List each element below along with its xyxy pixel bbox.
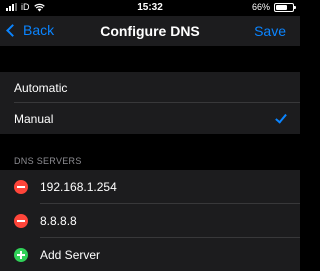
battery-icon <box>274 2 296 12</box>
server-address[interactable]: 192.168.1.254 <box>40 180 117 194</box>
battery-percent: 66% <box>251 2 270 12</box>
server-row: 192.168.1.254 <box>0 170 300 204</box>
add-server-label: Add Server <box>40 248 101 262</box>
option-manual-label: Manual <box>14 112 54 126</box>
server-address[interactable]: 8.8.8.8 <box>40 214 77 228</box>
option-automatic-label: Automatic <box>14 81 68 95</box>
save-button[interactable]: Save <box>254 23 286 39</box>
section-header-dns-servers: DNS SERVERS <box>14 156 82 166</box>
option-automatic[interactable]: Automatic <box>0 72 300 103</box>
option-manual[interactable]: Manual <box>0 103 300 134</box>
server-row: 8.8.8.8 <box>0 204 300 238</box>
add-server-row[interactable]: Add Server <box>0 238 300 271</box>
plus-circle-icon[interactable] <box>14 248 28 262</box>
navigation-bar: Back Configure DNS Save <box>0 16 300 46</box>
status-bar: iD 15:32 66% <box>0 0 300 16</box>
minus-circle-icon[interactable] <box>14 180 28 194</box>
status-right: 66% <box>251 2 296 12</box>
minus-circle-icon[interactable] <box>14 214 28 228</box>
battery-fill <box>276 4 287 10</box>
checkmark-icon <box>275 111 287 124</box>
